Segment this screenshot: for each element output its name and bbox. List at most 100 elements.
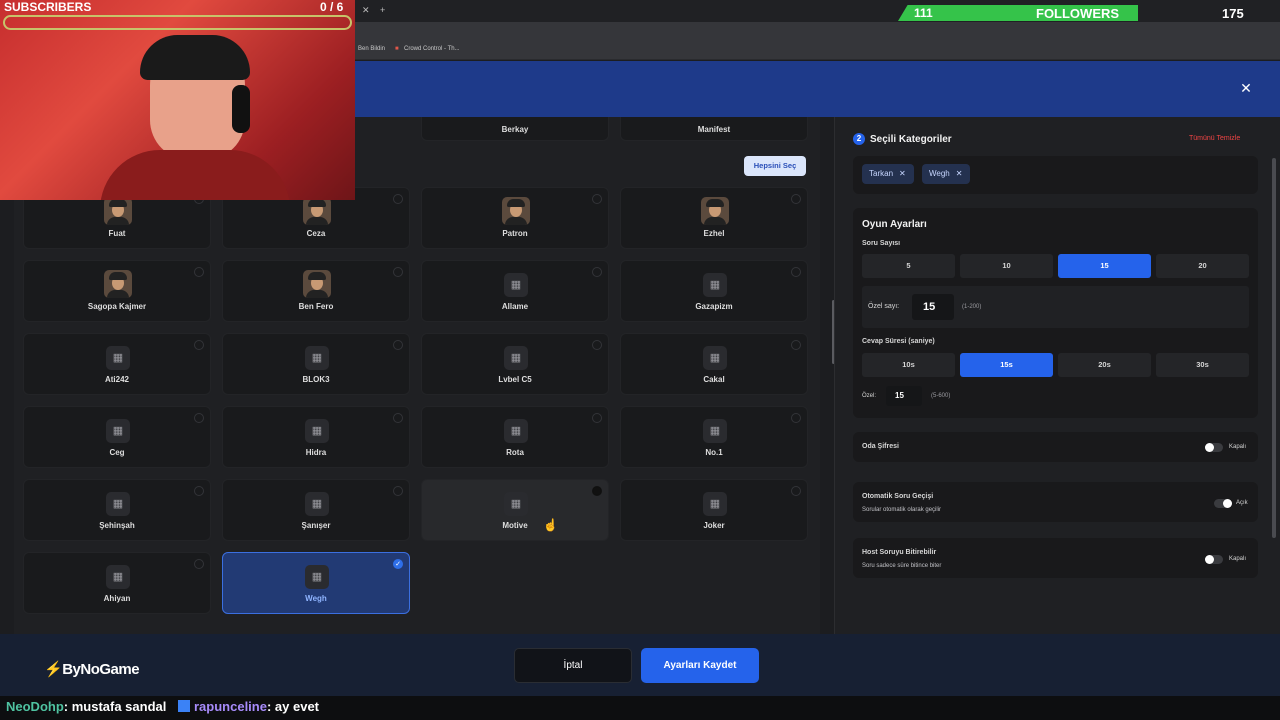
select-radio[interactable]	[393, 267, 403, 277]
category-card[interactable]: Ezhel	[620, 187, 808, 249]
question-count-option[interactable]: 20	[1156, 254, 1249, 278]
select-radio[interactable]	[791, 486, 801, 496]
select-radio[interactable]	[592, 413, 602, 423]
category-label: Lvbel C5	[498, 375, 532, 384]
select-radio[interactable]	[592, 340, 602, 350]
chip-label: Wegh	[929, 169, 950, 178]
answer-time-option[interactable]: 10s	[862, 353, 955, 377]
step-badge: 2	[853, 133, 865, 145]
auto-next-toggle[interactable]	[1214, 499, 1232, 508]
select-radio[interactable]	[194, 413, 204, 423]
question-count-option-selected[interactable]: 15	[1058, 254, 1151, 278]
category-label: Manifest	[697, 125, 731, 134]
category-card[interactable]: ▦ Şehinşah	[23, 479, 211, 541]
answer-time-option-selected[interactable]: 15s	[960, 353, 1053, 377]
auto-next-label: Otomatik Soru Geçişi	[862, 493, 934, 500]
category-card[interactable]: Patron	[421, 187, 609, 249]
select-radio[interactable]	[393, 486, 403, 496]
bookmark-item[interactable]: Crowd Control - Th...	[404, 46, 460, 52]
category-card[interactable]: ▦ Joker	[620, 479, 808, 541]
building-icon: ▦	[504, 419, 528, 443]
select-radio[interactable]	[194, 559, 204, 569]
building-icon: ▦	[106, 565, 130, 589]
select-radio[interactable]	[592, 486, 602, 496]
category-card[interactable]: ▦ Hidra	[222, 406, 410, 468]
category-card[interactable]: ▦ Rota	[421, 406, 609, 468]
select-radio[interactable]	[393, 413, 403, 423]
question-count-option[interactable]: 10	[960, 254, 1053, 278]
category-label: Ezhel	[703, 229, 725, 238]
category-label: BLOK3	[302, 375, 330, 384]
close-tab-icon[interactable]: ✕	[362, 5, 370, 16]
category-card[interactable]: ▦ Ceg	[23, 406, 211, 468]
category-card[interactable]: ▦ Ati242	[23, 333, 211, 395]
select-radio[interactable]	[194, 267, 204, 277]
category-label: Wegh	[305, 594, 327, 603]
select-radio[interactable]	[791, 413, 801, 423]
category-card[interactable]: ▦ Allame	[421, 260, 609, 322]
category-label: Şanışer	[301, 521, 331, 530]
remove-chip-icon[interactable]: ✕	[956, 169, 963, 178]
question-count-option[interactable]: 5	[862, 254, 955, 278]
category-card-berkay[interactable]: Berkay	[421, 117, 609, 141]
answer-time-option[interactable]: 20s	[1058, 353, 1151, 377]
select-radio[interactable]	[194, 486, 204, 496]
close-icon[interactable]: ✕	[1238, 80, 1254, 96]
remove-chip-icon[interactable]: ✕	[899, 169, 906, 178]
artist-avatar	[104, 270, 132, 298]
category-card[interactable]: Sagopa Kajmer	[23, 260, 211, 322]
custom-count-range: (1-200)	[962, 304, 982, 310]
category-label: Ceg	[109, 448, 125, 457]
right-scrollbar[interactable]	[1272, 158, 1276, 538]
select-radio[interactable]	[592, 194, 602, 204]
category-card[interactable]: ▦ Cakal	[620, 333, 808, 395]
subscribers-count: 0 / 6	[320, 0, 344, 14]
select-radio[interactable]	[393, 340, 403, 350]
chat-username: rapunceline	[194, 699, 267, 714]
category-card[interactable]: ✓ ▦ Wegh	[222, 552, 410, 614]
select-radio[interactable]	[592, 267, 602, 277]
custom-time-input[interactable]: 15	[886, 386, 922, 406]
category-label: No.1	[705, 448, 723, 457]
cancel-button[interactable]: İptal	[514, 648, 632, 683]
room-password-toggle[interactable]	[1205, 443, 1223, 452]
host-end-toggle[interactable]	[1205, 555, 1223, 564]
custom-count-input[interactable]: 15	[912, 294, 954, 320]
brand-logo: ⚡ByNoGame	[44, 661, 140, 678]
check-icon[interactable]: ✓	[393, 559, 403, 569]
building-icon: ▦	[305, 346, 329, 370]
select-radio[interactable]	[194, 340, 204, 350]
save-settings-button[interactable]: Ayarları Kaydet	[641, 648, 759, 683]
category-card[interactable]: ▦ BLOK3	[222, 333, 410, 395]
category-card[interactable]: ▦ No.1	[620, 406, 808, 468]
clear-all-link[interactable]: Tümünü Temizle	[1189, 135, 1240, 142]
custom-count-label: Özel sayı:	[868, 303, 900, 310]
select-all-button[interactable]: Hepsini Seç	[744, 156, 806, 176]
building-icon: ▦	[703, 492, 727, 516]
custom-time-label: Özel:	[862, 393, 877, 399]
category-label: Şehinşah	[99, 521, 135, 530]
category-card-manifest[interactable]: Manifest	[620, 117, 808, 141]
host-end-row	[853, 538, 1258, 578]
category-label: Ahiyan	[103, 594, 131, 603]
chip-wegh: Wegh ✕	[922, 164, 970, 184]
answer-time-label: Cevap Süresi (saniye)	[862, 338, 935, 345]
category-card[interactable]: ▦ Şanışer	[222, 479, 410, 541]
category-label: Ben Fero	[298, 302, 334, 311]
artist-avatar	[701, 197, 729, 225]
category-card[interactable]: ▦ Gazapizm	[620, 260, 808, 322]
select-radio[interactable]	[791, 340, 801, 350]
category-card[interactable]: Ben Fero	[222, 260, 410, 322]
category-card[interactable]: ▦ Motive	[421, 479, 609, 541]
answer-time-option[interactable]: 30s	[1156, 353, 1249, 377]
bookmark-item[interactable]: Ben Bildin	[358, 46, 385, 52]
select-radio[interactable]	[791, 267, 801, 277]
select-radio[interactable]	[393, 194, 403, 204]
category-card[interactable]: ▦ Ahiyan	[23, 552, 211, 614]
select-radio[interactable]	[791, 194, 801, 204]
new-tab-icon[interactable]: +	[380, 5, 385, 15]
category-card[interactable]: ▦ Lvbel C5	[421, 333, 609, 395]
category-label: Ati242	[104, 375, 129, 384]
webcam-overlay	[0, 0, 355, 200]
headphones-icon	[232, 85, 250, 133]
